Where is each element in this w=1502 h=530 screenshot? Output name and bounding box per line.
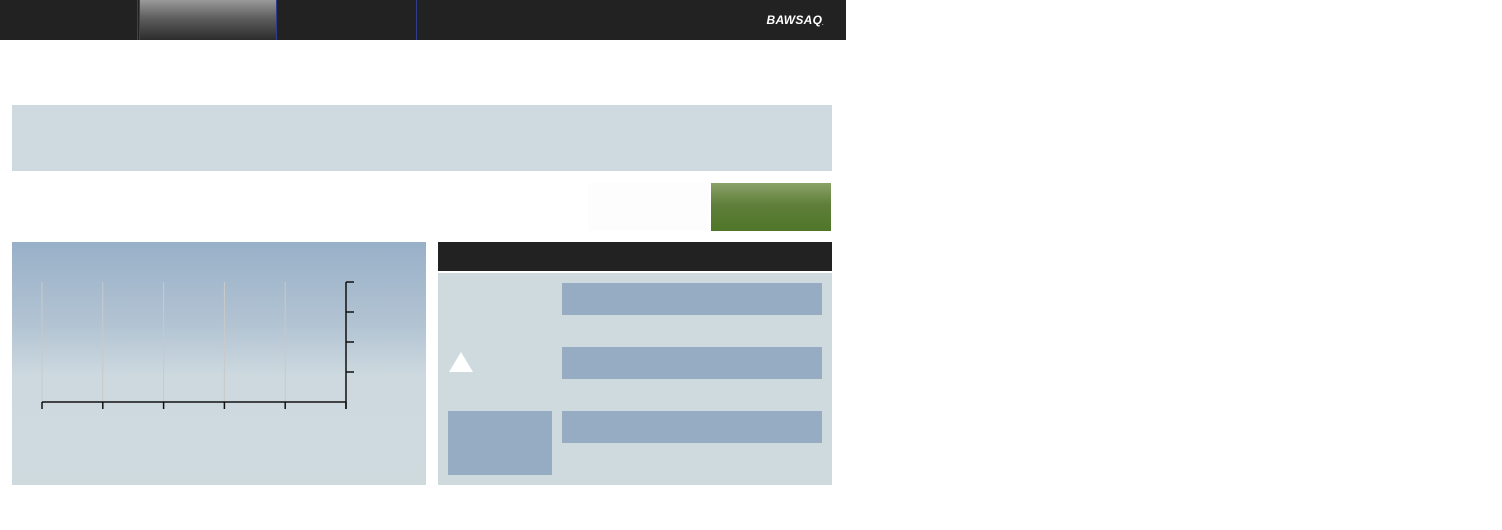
nav-tab-3[interactable] <box>279 0 417 40</box>
quote-field-1 <box>562 283 822 315</box>
company-logo-placeholder <box>448 411 552 475</box>
bawsaq-logo[interactable]: BAWSAQ. <box>766 13 824 27</box>
quote-panel-body <box>438 273 832 485</box>
nav-tab-2-active[interactable] <box>139 0 277 40</box>
buy-button[interactable] <box>711 183 831 231</box>
quote-field-3 <box>562 411 822 443</box>
top-nav-bar: BAWSAQ. <box>0 0 846 40</box>
stock-chart <box>41 281 354 409</box>
bawsaq-page: BAWSAQ. <box>0 0 1502 530</box>
stock-chart-panel <box>12 242 426 485</box>
nav-tab-1[interactable] <box>0 0 138 40</box>
up-arrow-icon <box>449 352 473 372</box>
logo-text: BAWSAQ <box>766 13 823 27</box>
market-banner <box>12 105 832 171</box>
quote-panel-header <box>438 242 832 271</box>
sell-button[interactable] <box>588 183 709 231</box>
quote-field-2 <box>562 347 822 379</box>
